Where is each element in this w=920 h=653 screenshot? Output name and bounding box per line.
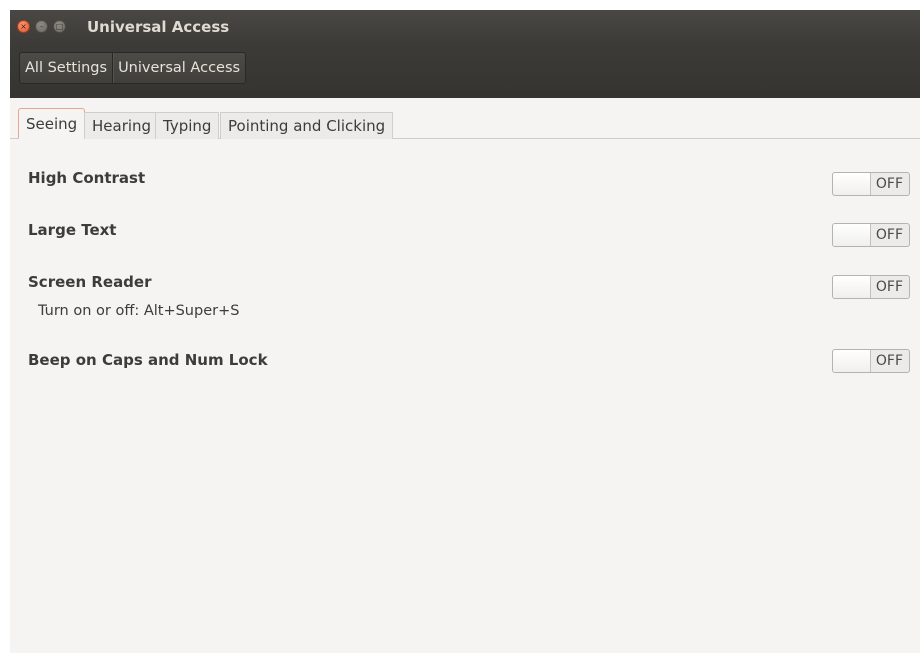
breadcrumb-universal-access[interactable]: Universal Access [112,53,245,83]
tab-hearing[interactable]: Hearing [84,112,160,139]
title-bar[interactable]: × – □ Universal Access [10,10,920,44]
switch-state: OFF [875,279,903,295]
minimize-window-button[interactable]: – [35,20,48,33]
close-window-button[interactable]: × [17,20,30,33]
tab-pointing-and-clicking[interactable]: Pointing and Clicking [220,112,394,139]
close-icon: × [20,22,27,31]
switch-knob [833,224,871,246]
tab-seeing[interactable]: Seeing [18,108,86,139]
switch-knob [833,276,871,298]
screen-reader-shortcut-hint: Turn on or off: Alt+Super+S [38,303,240,319]
large-text-switch[interactable]: OFF [832,223,910,247]
maximize-icon: □ [55,22,64,31]
tab-bar: Seeing Hearing Typing Pointing and Click… [10,98,920,139]
window-title: Universal Access [87,18,230,36]
screen-reader-label: Screen Reader [28,273,152,291]
seeing-panel: High Contrast OFF Large Text OFF Screen … [10,139,920,653]
high-contrast-label: High Contrast [28,169,146,187]
minimize-icon: – [39,22,44,31]
switch-knob [833,173,871,195]
breadcrumb: All Settings Universal Access [19,52,247,84]
universal-access-window: × – □ Universal Access All Settings Univ… [10,10,920,653]
switch-state: OFF [875,353,903,369]
high-contrast-switch[interactable]: OFF [832,172,910,196]
switch-state: OFF [875,227,903,243]
breadcrumb-all-settings[interactable]: All Settings [20,53,112,83]
maximize-window-button[interactable]: □ [53,20,66,33]
switch-knob [833,350,871,372]
switch-state: OFF [875,176,903,192]
beep-on-caps-num-lock-switch[interactable]: OFF [832,349,910,373]
toolbar: All Settings Universal Access [10,44,920,98]
large-text-label: Large Text [28,221,117,239]
tab-typing[interactable]: Typing [155,112,220,139]
screen-reader-switch[interactable]: OFF [832,275,910,299]
beep-on-caps-num-lock-label: Beep on Caps and Num Lock [28,351,268,369]
